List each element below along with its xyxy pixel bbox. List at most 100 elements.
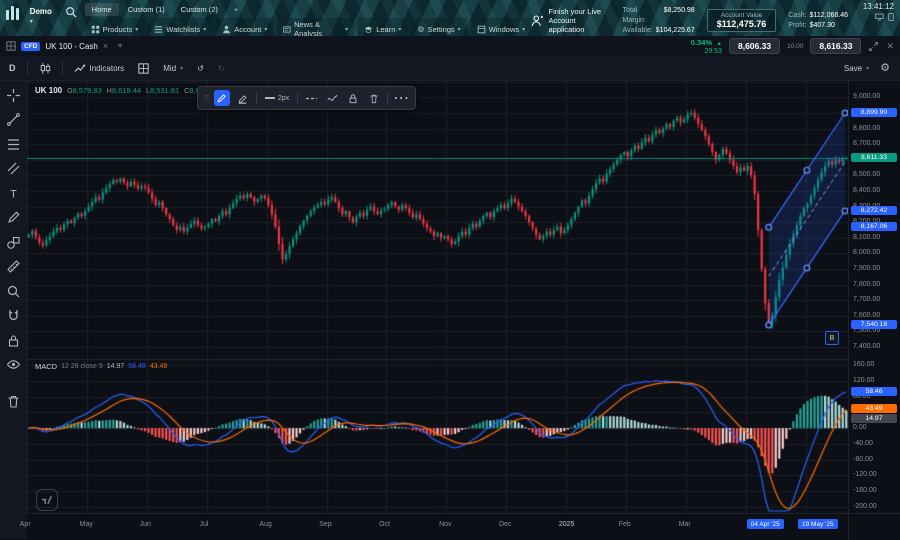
chart-settings-gear-icon[interactable]: ⚙ xyxy=(880,63,890,74)
time-axis-date-badge: 19 May '25 xyxy=(798,519,838,529)
smooth-button[interactable] xyxy=(324,90,340,106)
time-axis-month-label: Mar xyxy=(679,521,691,528)
svg-text:T: T xyxy=(10,188,17,200)
account-summary: Finish your Live Account application Tot… xyxy=(531,0,900,36)
app-logo-icon[interactable] xyxy=(6,5,22,20)
time-axis-month-label: Sep xyxy=(319,521,331,528)
price-axis-label: 9,000.00 xyxy=(853,93,880,100)
sell-price-button[interactable]: 8,606.33 xyxy=(729,38,780,54)
tradingview-logo[interactable] xyxy=(36,489,58,511)
macd-axis-label: 0.00 xyxy=(853,424,867,431)
price-axis-label: 7,600.00 xyxy=(853,312,880,319)
tab-custom-1[interactable]: Custom (1) xyxy=(121,3,172,16)
delete-drawings-tool[interactable] xyxy=(5,393,23,411)
tab-custom-2[interactable]: Custom (2) xyxy=(174,3,225,16)
delete-drawing-button[interactable] xyxy=(366,90,382,106)
price-axis-label: 8,500.00 xyxy=(853,171,880,178)
chart-canvas[interactable] xyxy=(27,81,848,513)
search-icon[interactable] xyxy=(65,6,77,18)
settings-gear-icon: ⚙ xyxy=(417,25,424,34)
spread-value: 10.00 xyxy=(787,43,803,50)
shapes-tool[interactable] xyxy=(5,233,23,251)
time-axis-date-badge: 04 Apr '25 xyxy=(747,519,784,529)
available-value: $104,225.67 xyxy=(656,26,695,36)
tab-home[interactable]: Home xyxy=(85,3,119,16)
price-axis-label: 7,900.00 xyxy=(853,265,880,272)
brush-tool[interactable] xyxy=(5,209,23,227)
lock-drawing-button[interactable] xyxy=(345,90,361,106)
save-button[interactable]: Save▾ xyxy=(841,62,872,75)
account-mode-switcher[interactable]: Demo ▾ xyxy=(30,7,57,25)
price-axis-label: 8,700.00 xyxy=(853,140,880,147)
change-points: 29.53 xyxy=(691,48,722,56)
floating-draw-toolbar: ⠿ 2px ⋯ xyxy=(197,86,416,110)
measure-tool[interactable] xyxy=(5,258,23,276)
time-axis-month-label: May xyxy=(80,521,93,528)
finish-live-account-button[interactable]: Finish your Live Account application xyxy=(531,7,610,34)
close-instrument-tab-icon[interactable]: × xyxy=(103,41,108,51)
instrument-tab-title[interactable]: UK 100 - Cash xyxy=(45,42,97,51)
workspace-grid-icon[interactable] xyxy=(6,41,16,51)
drawing-tool-rail: T xyxy=(0,81,28,539)
hide-drawings-tool[interactable] xyxy=(5,356,23,374)
channel-tool[interactable] xyxy=(5,160,23,178)
expand-icon[interactable] xyxy=(868,41,879,52)
macd-axis-badge: 43.49 xyxy=(851,404,897,413)
cash-value: $112,068.46 xyxy=(810,11,848,21)
text-tool[interactable]: T xyxy=(5,184,23,202)
macd-axis-badge: 14.97 xyxy=(851,414,897,423)
learn-icon xyxy=(364,25,373,34)
windows-icon xyxy=(477,25,486,34)
fibonacci-tool[interactable] xyxy=(5,135,23,153)
low-value: 8,531.81 xyxy=(150,86,179,95)
news-icon xyxy=(283,25,291,34)
macd-axis-label: -120.00 xyxy=(853,471,877,478)
more-options-button[interactable]: ⋯ xyxy=(393,90,409,106)
account-value-box[interactable]: Account Value $112,475.76 xyxy=(707,9,777,32)
macd-hist-value: 14.97 xyxy=(107,363,125,370)
top-header: Demo ▾ Home Custom (1) Custom (2) + Prod… xyxy=(0,0,900,36)
line-width-dropdown[interactable]: 2px xyxy=(262,90,292,106)
monitor-icon[interactable] xyxy=(875,13,884,21)
macd-axis-label: 120.00 xyxy=(853,377,874,384)
crosshair-tool[interactable] xyxy=(5,86,23,104)
magnet-tool[interactable] xyxy=(5,307,23,325)
price-axis-label: 7,700.00 xyxy=(853,296,880,303)
toolbar-drag-handle[interactable]: ⠿ xyxy=(204,94,209,103)
price-axis-label: 8,400.00 xyxy=(853,187,880,194)
grid-layout-icon xyxy=(138,63,149,74)
close-panel-icon[interactable]: ✕ xyxy=(886,41,894,52)
zoom-tool[interactable] xyxy=(5,282,23,300)
highlighter-tool-button[interactable] xyxy=(235,90,251,106)
time-axis-month-label: Oct xyxy=(379,521,390,528)
open-value: 8,579.83 xyxy=(73,86,102,95)
add-tab-button[interactable]: + xyxy=(227,3,245,16)
price-axis-label: 8,800.00 xyxy=(853,125,880,132)
pencil-tool-button[interactable] xyxy=(214,90,230,106)
macd-axis-label: -160.00 xyxy=(853,487,877,494)
buy-price-button[interactable]: 8,616.33 xyxy=(810,38,861,54)
time-axis-month-label: Nov xyxy=(439,521,451,528)
trend-line-tool[interactable] xyxy=(5,111,23,129)
line-style-button[interactable] xyxy=(303,90,319,106)
time-axis[interactable]: AprMayJunJulAugSepOctNovDec2025FebMarMay… xyxy=(27,513,848,540)
indicators-button[interactable]: Indicators xyxy=(71,61,128,76)
clock: 13:41:12 xyxy=(863,2,894,21)
mobile-icon[interactable] xyxy=(888,13,894,21)
macd-axis-badge: 58.46 xyxy=(851,387,897,396)
chart-type-button[interactable] xyxy=(36,60,54,77)
timeframe-button[interactable]: D xyxy=(6,61,19,75)
time-axis-month-label: Jul xyxy=(199,521,208,528)
margin-summary: Total Margin:$8,250.98 Available:$104,22… xyxy=(623,6,695,36)
person-icon xyxy=(222,25,231,34)
undo-button[interactable]: ↺ xyxy=(194,62,207,75)
channel-drawing-label[interactable]: B xyxy=(825,331,839,345)
price-mode-dropdown[interactable]: Mid▾ xyxy=(160,62,186,75)
price-axis[interactable]: 9,000.008,900.008,800.008,700.008,600.00… xyxy=(848,81,900,513)
redo-button[interactable]: ↻ xyxy=(215,62,228,75)
layout-button[interactable] xyxy=(135,61,152,76)
add-instrument-button[interactable]: + xyxy=(117,41,123,52)
lock-drawings-tool[interactable] xyxy=(5,331,23,349)
macd-title: MACD xyxy=(35,362,57,371)
price-axis-label: 7,400.00 xyxy=(853,343,880,350)
